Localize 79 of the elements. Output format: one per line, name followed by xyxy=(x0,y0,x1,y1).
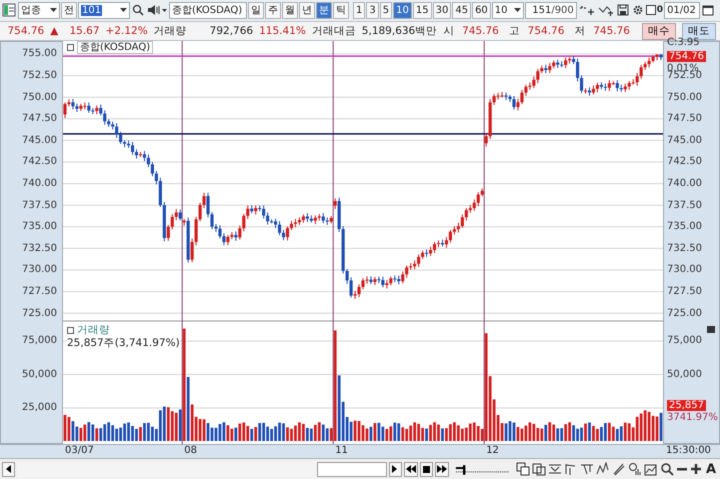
volume-tick: 25,000 xyxy=(22,402,57,414)
period-tab[interactable]: 년 xyxy=(299,2,315,19)
change-readout: C:3.95 xyxy=(667,37,700,48)
volume-label: 거래량 xyxy=(154,24,187,38)
price-tick: 755.00 xyxy=(22,48,57,60)
interval-tab[interactable]: 5 xyxy=(380,2,392,19)
price-tick: 725.00 xyxy=(22,308,57,319)
price-tick: 735.00 xyxy=(22,221,57,232)
name-field: 종합(KOSDAQ) xyxy=(169,2,247,19)
price-tick: 737.50 xyxy=(667,200,702,211)
font-button[interactable]: A xyxy=(704,462,718,477)
interval-tab[interactable]: 60 xyxy=(472,2,491,19)
price-change: 15.67 xyxy=(68,25,100,38)
price-tick: 730.00 xyxy=(22,264,57,276)
current-price: 754.76 xyxy=(6,25,44,38)
count-select[interactable]: 10 xyxy=(492,2,524,19)
price-tick: 742.50 xyxy=(667,156,702,168)
volume-percent: 115.41% xyxy=(259,25,306,38)
price-tick: 750.00 xyxy=(22,92,57,103)
price-tick: 740.00 xyxy=(22,178,57,190)
code-field[interactable]: 101 xyxy=(78,2,130,19)
interval-tab[interactable]: 3 xyxy=(366,2,379,19)
volume-readout: 25,857주(3,741.97%) xyxy=(67,336,180,350)
volume-tick: 75,000 xyxy=(667,335,702,346)
price-tick: 725.00 xyxy=(667,308,702,319)
open-label: 시 xyxy=(443,24,454,38)
price-tick: 727.50 xyxy=(22,286,57,298)
period-tab[interactable]: 분 xyxy=(316,2,332,19)
price-legend: 종합(KOSDAQ) xyxy=(77,41,154,54)
current-price-badge: 754.76 xyxy=(667,50,706,62)
open-price: 745.76 xyxy=(461,25,499,38)
prev-button[interactable]: 전 xyxy=(61,2,77,19)
price-tick: 742.50 xyxy=(22,156,57,168)
price-tick: 750.00 xyxy=(667,92,702,103)
volume-percent-readout: 3741.97% xyxy=(667,412,718,424)
period-tab[interactable]: 일 xyxy=(248,2,264,19)
trading-value-label: 거래대금 xyxy=(312,24,356,38)
price-tick: 730.00 xyxy=(667,264,702,276)
trading-value: 5,189,636백만 xyxy=(362,24,438,38)
interval-tab[interactable]: 10 xyxy=(393,2,412,19)
price-tick: 737.50 xyxy=(22,200,57,211)
date-label: 08 xyxy=(184,445,197,456)
range-field[interactable]: 151/900 xyxy=(524,2,577,19)
interval-tab[interactable]: 45 xyxy=(452,2,472,19)
price-tick: 745.00 xyxy=(22,134,57,146)
volume-legend: 거래량 xyxy=(77,323,110,338)
volume-value: 792,766 xyxy=(208,25,254,38)
period-tab[interactable]: 주 xyxy=(265,2,281,19)
volume-tick: 75,000 xyxy=(22,335,57,346)
price-tick: 735.00 xyxy=(667,221,702,232)
low-label: 저 xyxy=(574,24,586,38)
high-price: 754.76 xyxy=(526,25,564,38)
interval-tab[interactable]: 1 xyxy=(353,2,366,19)
time-label: 15:30:00 xyxy=(665,445,711,458)
price-tick: 732.50 xyxy=(22,242,57,254)
price-tick: 740.00 xyxy=(667,178,702,190)
volume-tick: 50,000 xyxy=(667,368,702,380)
volume-tick: 50,000 xyxy=(22,368,57,380)
date-label: 12 xyxy=(486,445,499,456)
price-tick: 745.00 xyxy=(667,134,702,146)
change-sign: ▲ xyxy=(50,25,58,38)
date-label: 11 xyxy=(335,445,348,456)
date-label: 03/07 xyxy=(65,445,94,456)
period-tab[interactable]: 틱 xyxy=(333,2,349,19)
date-field[interactable]: 01/02 xyxy=(664,2,700,19)
price-tick: 727.50 xyxy=(667,286,702,298)
price-tick: 752.50 xyxy=(22,70,57,82)
price-tick: 747.50 xyxy=(22,113,57,124)
high-label: 고 xyxy=(508,24,520,38)
checkbox-label: 0 xyxy=(656,5,664,16)
interval-tab[interactable]: 30 xyxy=(432,2,452,19)
current-volume-badge: 25,857 xyxy=(667,400,706,412)
market-select[interactable]: 업종 xyxy=(18,2,60,19)
low-price: 745.76 xyxy=(592,25,630,38)
price-tick: 747.50 xyxy=(667,113,702,124)
period-tab[interactable]: 월 xyxy=(282,2,298,19)
price-tick: 732.50 xyxy=(667,242,702,254)
interval-tab[interactable]: 15 xyxy=(412,2,432,19)
change-percent: +2.12% xyxy=(106,25,148,38)
